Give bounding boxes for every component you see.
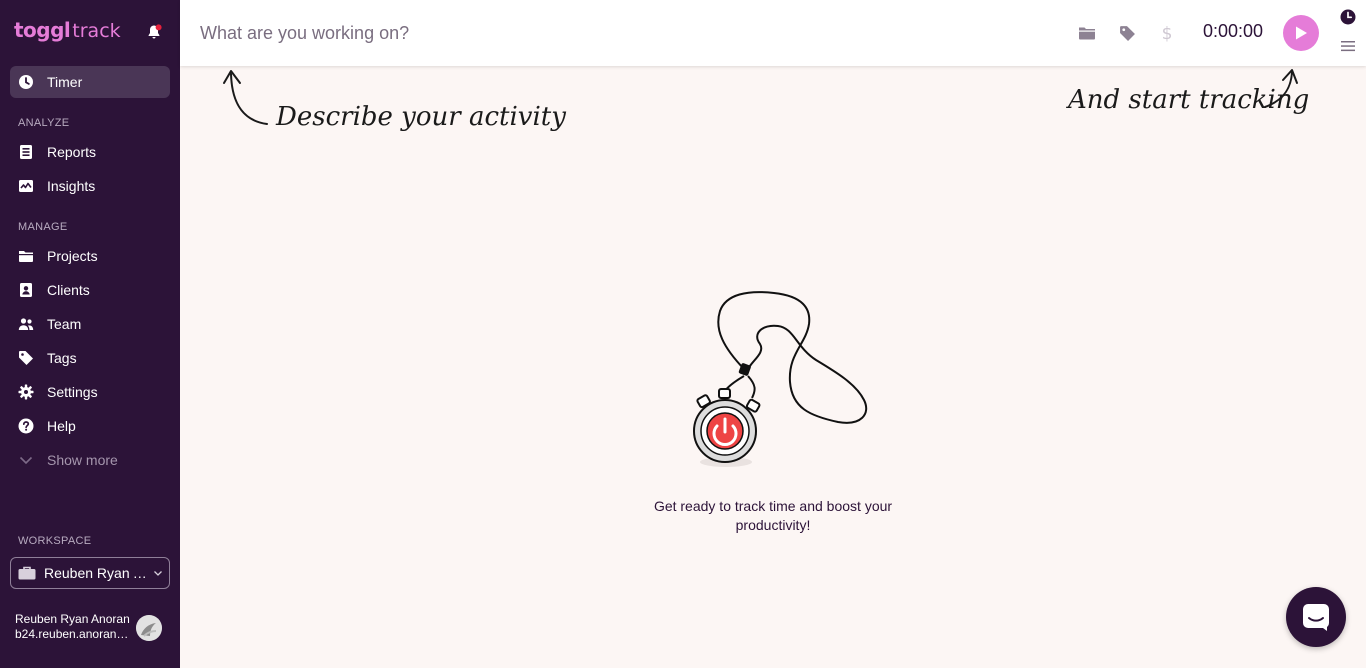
play-icon (1296, 26, 1307, 40)
hint-describe-activity: Describe your activity (276, 102, 566, 132)
sidebar-item-timer[interactable]: Timer (10, 66, 170, 98)
toggl-track-logo[interactable]: toggl track (14, 18, 121, 42)
stopwatch-illustration (693, 291, 868, 467)
arrow-up-left-icon (223, 70, 268, 125)
manual-mode-list-icon[interactable] (1341, 39, 1355, 53)
tag-icon[interactable] (1118, 24, 1136, 42)
sidebar-item-projects[interactable]: Projects (10, 240, 170, 272)
briefcase-icon (18, 566, 36, 580)
sidebar-item-label: Help (47, 418, 76, 434)
section-label-manage: MANAGE (18, 221, 68, 233)
chevron-down-icon (154, 571, 162, 576)
insights-icon (18, 178, 34, 194)
svg-text:$: $ (1162, 24, 1173, 42)
sidebar-item-label: Team (47, 316, 82, 332)
team-icon (18, 316, 34, 332)
sidebar-item-label: Reports (47, 144, 97, 160)
support-chat-button[interactable] (1286, 587, 1346, 647)
sidebar-item-team[interactable]: Team (10, 308, 170, 340)
logo-toggl-text: toggl (14, 18, 71, 42)
clock-icon (18, 74, 34, 90)
user-email: b24.reuben.anoran@gmail.com (15, 627, 131, 641)
user-profile[interactable]: Reuben Ryan Anoran b24.reuben.anoran@gma… (15, 612, 165, 644)
folder-icon (18, 248, 34, 264)
sidebar-item-settings[interactable]: Settings (10, 376, 170, 408)
gear-icon (18, 384, 34, 400)
sidebar-item-help[interactable]: Help (10, 410, 170, 442)
task-description-input[interactable] (200, 20, 800, 46)
start-timer-button[interactable] (1283, 15, 1319, 51)
timer-mode-clock-icon[interactable] (1340, 9, 1356, 25)
sidebar: toggl track Timer ANALYZE Reports Insigh… (0, 0, 180, 668)
sidebar-item-label: Insights (47, 178, 96, 194)
sidebar-item-clients[interactable]: Clients (10, 274, 170, 306)
sidebar-item-label: Timer (47, 74, 83, 90)
timer-bar: $ 0:00:00 (180, 0, 1366, 66)
arrow-up-right-icon (1264, 69, 1298, 108)
workspace-name: Reuben Ryan Anoran's workspace (44, 565, 150, 581)
timer-value: 0:00:00 (1203, 21, 1264, 41)
sidebar-item-tags[interactable]: Tags (10, 342, 170, 374)
empty-state-message: Get ready to track time and boost your p… (653, 498, 893, 533)
tag-icon (18, 350, 34, 366)
sidebar-item-label: Tags (47, 350, 77, 366)
logo-track-text: track (72, 20, 121, 42)
help-icon (18, 418, 34, 434)
sidebar-item-label: Clients (47, 282, 90, 298)
sidebar-show-more[interactable]: Show more (10, 444, 170, 476)
sidebar-item-label: Settings (47, 384, 98, 400)
avatar (136, 615, 162, 641)
notification-bell-icon[interactable] (146, 24, 162, 40)
reports-icon (18, 144, 34, 160)
billable-dollar-icon[interactable]: $ (1158, 24, 1176, 42)
section-label-workspace: WORKSPACE (18, 535, 92, 547)
section-label-analyze: ANALYZE (18, 117, 70, 129)
sidebar-item-label: Show more (47, 452, 118, 468)
client-card-icon (18, 282, 34, 298)
chat-icon (1303, 604, 1329, 631)
sidebar-item-reports[interactable]: Reports (10, 136, 170, 168)
chevron-down-icon (18, 452, 34, 468)
project-folder-icon[interactable] (1078, 24, 1096, 42)
workspace-selector[interactable]: Reuben Ryan Anoran's workspace (10, 557, 170, 589)
sidebar-item-label: Projects (47, 248, 98, 264)
sidebar-item-insights[interactable]: Insights (10, 170, 170, 202)
